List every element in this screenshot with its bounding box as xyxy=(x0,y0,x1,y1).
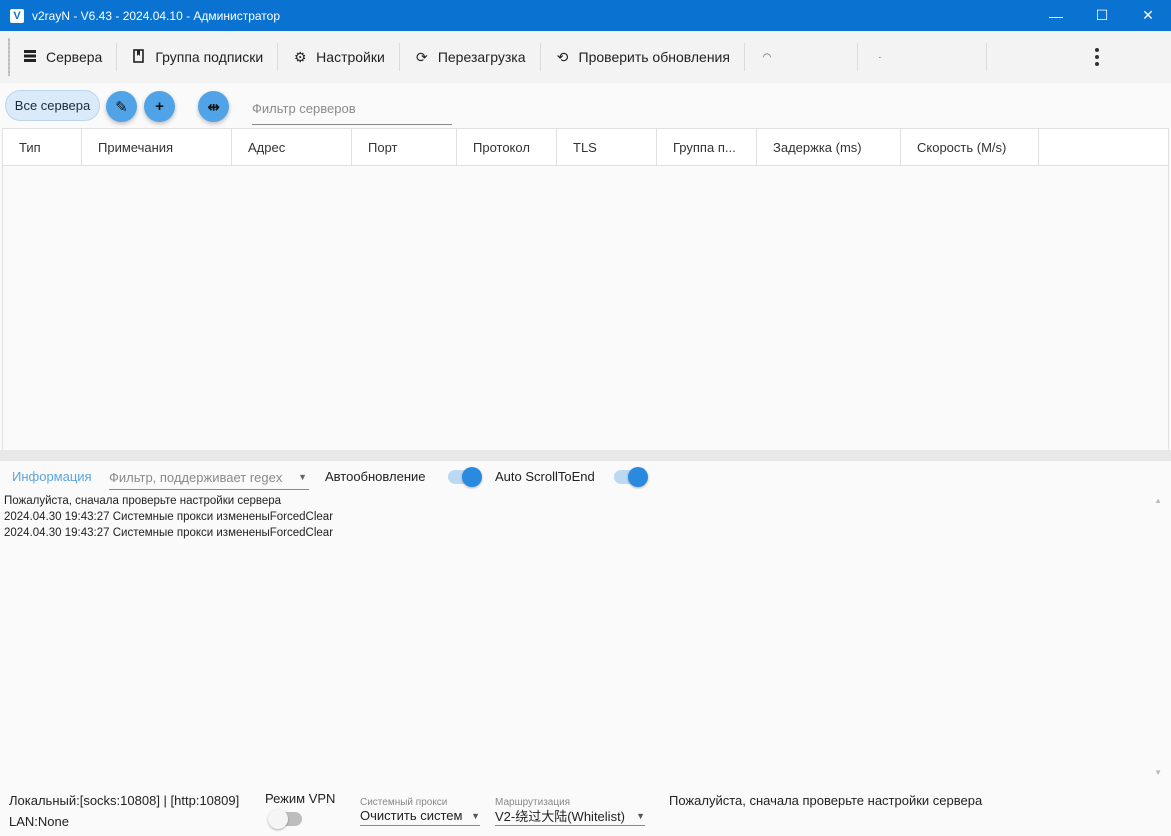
spinner-icon: ◠ xyxy=(762,51,772,63)
toolbar-divider xyxy=(985,43,987,71)
server-stack-icon xyxy=(22,49,38,66)
routing-select[interactable]: V2-绕过大陆(Whitelist) ▼ xyxy=(495,806,645,826)
edit-group-button[interactable]: ✎ xyxy=(106,91,137,122)
window-controls: — ☐ ✕ xyxy=(1033,0,1171,31)
local-ports-text: Локальный:[socks:10808] | [http:10809] xyxy=(9,793,240,808)
title-bar: V v2rayN - V6.43 - 2024.04.10 - Админист… xyxy=(0,0,1171,31)
all-servers-chip[interactable]: Все сервера xyxy=(5,90,100,121)
auto-refresh-toggle[interactable] xyxy=(448,467,482,487)
system-proxy-select[interactable]: Очистить систем ▼ xyxy=(360,806,480,826)
log-filter-combobox[interactable]: Фильтр, поддерживает regex ▼ xyxy=(109,466,309,490)
column-protocol[interactable]: Протокол xyxy=(457,129,557,166)
auto-refresh-label: Автообновление xyxy=(325,469,426,484)
update-icon: ⟲ xyxy=(556,48,569,65)
server-filter-row: Все сервера ✎ + ⇹ xyxy=(0,83,1171,128)
scroll-up-icon[interactable]: ▲ xyxy=(1154,496,1162,505)
check-updates-button[interactable]: ⟲ Проверить обновления xyxy=(541,31,744,83)
move-horizontal-icon: ⇹ xyxy=(207,98,220,116)
settings-menu-label: Настройки xyxy=(316,49,385,65)
log-filter-placeholder: Фильтр, поддерживает regex xyxy=(109,470,283,485)
status-message: Пожалуйста, сначала проверьте настройки … xyxy=(669,793,983,808)
column-address[interactable]: Адрес xyxy=(232,129,352,166)
auto-scroll-toggle[interactable] xyxy=(614,467,648,487)
gear-icon: ⚙ xyxy=(293,48,307,65)
close-button[interactable]: ✕ xyxy=(1125,0,1171,31)
log-output[interactable]: Пожалуйста, сначала проверьте настройки … xyxy=(4,493,1154,783)
column-type[interactable]: Тип xyxy=(3,129,82,166)
chevron-down-icon: ▼ xyxy=(636,811,645,821)
bookmark-icon xyxy=(131,48,147,66)
status-bar: Локальный:[socks:10808] | [http:10809] L… xyxy=(0,783,1171,836)
lan-text: LAN:None xyxy=(9,814,69,829)
servers-menu-label: Сервера xyxy=(46,49,103,65)
column-tls[interactable]: TLS xyxy=(557,129,657,166)
chevron-down-icon: ▼ xyxy=(298,472,307,482)
toolbar-extra-button[interactable]: · xyxy=(858,31,986,83)
column-speed[interactable]: Скорость (M/s) xyxy=(901,129,1039,166)
minimize-button[interactable]: — xyxy=(1033,0,1079,31)
minimize-icon: — xyxy=(1049,7,1063,24)
routing-value: V2-绕过大陆(Whitelist) xyxy=(495,809,626,824)
panel-splitter[interactable] xyxy=(0,450,1171,461)
maximize-button[interactable]: ☐ xyxy=(1079,0,1125,31)
servers-menu-button[interactable]: Сервера xyxy=(8,31,116,83)
window-title: v2rayN - V6.43 - 2024.04.10 - Администра… xyxy=(32,8,280,23)
column-remarks[interactable]: Примечания xyxy=(82,129,232,166)
pencil-icon: ✎ xyxy=(115,98,128,116)
reload-label: Перезагрузка xyxy=(437,49,526,65)
auto-scroll-label: Auto ScrollToEnd xyxy=(495,469,595,484)
subscription-menu-button[interactable]: Группа подписки xyxy=(117,31,277,83)
more-options-icon[interactable] xyxy=(1085,43,1109,71)
vpn-mode-label: Режим VPN xyxy=(265,791,336,806)
check-updates-label: Проверить обновления xyxy=(578,49,730,65)
plus-icon: + xyxy=(155,98,164,115)
scroll-down-icon[interactable]: ▼ xyxy=(1154,768,1162,777)
move-server-button[interactable]: ⇹ xyxy=(198,91,229,122)
server-filter-input[interactable] xyxy=(252,93,452,125)
system-proxy-value: Очистить систем xyxy=(360,808,463,823)
server-table[interactable]: Тип Примечания Адрес Порт Протокол TLS Г… xyxy=(2,128,1169,450)
main-toolbar: Сервера Группа подписки ⚙ Настройки ⟳ Пе… xyxy=(0,31,1171,83)
settings-menu-button[interactable]: ⚙ Настройки xyxy=(278,31,399,83)
log-line: 2024.04.30 19:43:27 Системные прокси изм… xyxy=(4,527,334,539)
maximize-icon: ☐ xyxy=(1095,7,1109,23)
subscription-menu-label: Группа подписки xyxy=(155,49,264,65)
info-tab[interactable]: Информация xyxy=(12,469,92,484)
toolbar-grip xyxy=(8,38,10,76)
column-subscription-group[interactable]: Группа п... xyxy=(657,129,757,166)
column-port[interactable]: Порт xyxy=(352,129,457,166)
reload-button[interactable]: ⟳ Перезагрузка xyxy=(400,31,540,83)
toolbar-extra-button[interactable]: ◠ xyxy=(745,31,857,83)
log-line: 2024.04.30 19:43:27 Системные прокси изм… xyxy=(4,511,334,523)
spinner-icon: · xyxy=(878,51,882,63)
column-delay[interactable]: Задержка (ms) xyxy=(757,129,901,166)
close-icon: ✕ xyxy=(1142,7,1154,23)
log-toolbar: Информация Фильтр, поддерживает regex ▼ … xyxy=(0,461,1171,493)
v2rayn-logo-icon: V xyxy=(10,8,24,23)
chevron-down-icon: ▼ xyxy=(471,811,480,821)
refresh-icon: ⟳ xyxy=(415,48,428,65)
vpn-mode-toggle[interactable] xyxy=(268,809,302,829)
server-table-header: Тип Примечания Адрес Порт Протокол TLS Г… xyxy=(3,129,1168,166)
add-group-button[interactable]: + xyxy=(144,91,175,122)
log-line: Пожалуйста, сначала проверьте настройки … xyxy=(4,495,282,507)
